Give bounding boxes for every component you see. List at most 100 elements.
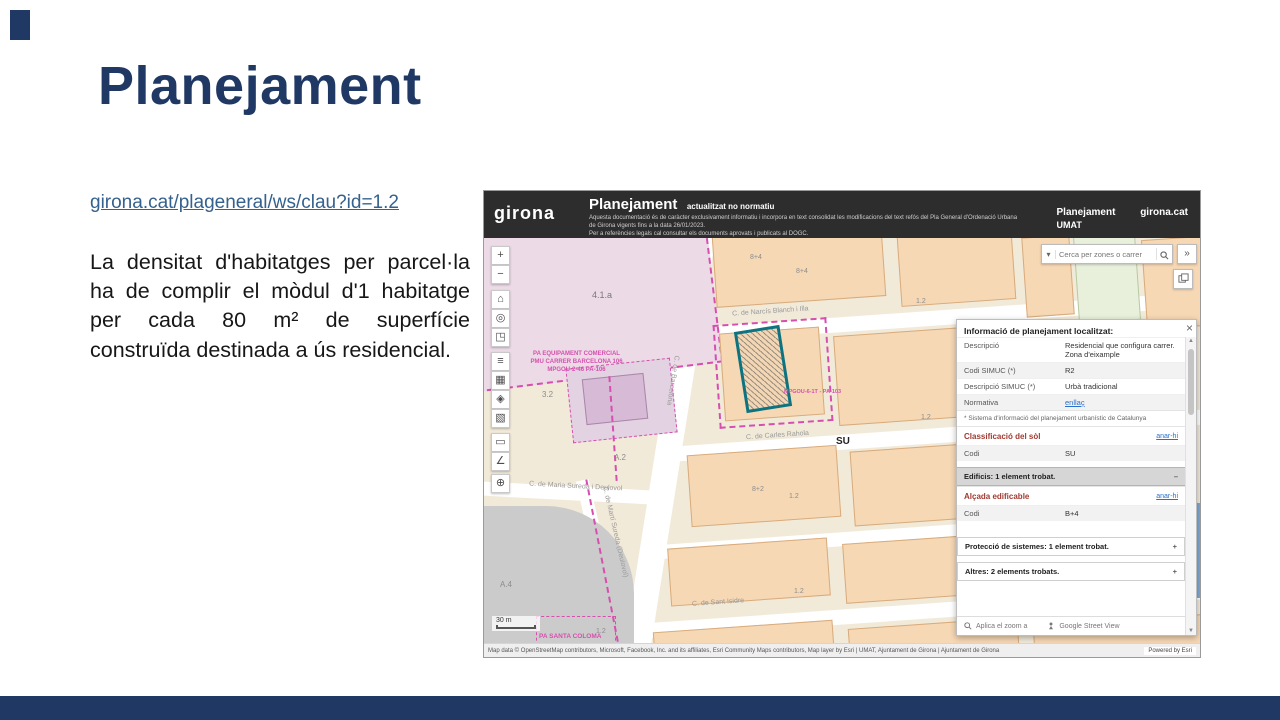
- header-disclaimer: Aquesta documentació és de caràcter excl…: [589, 214, 1019, 238]
- nav-planejament[interactable]: Planejament: [1057, 207, 1116, 218]
- measure-button[interactable]: ∠: [491, 452, 510, 471]
- row-label: Codi SIMUC (*): [957, 363, 1063, 378]
- panel-row: Descripció SIMUC (*) Urbà tradicional: [957, 378, 1185, 394]
- panel-row: Codi B+4: [957, 505, 1185, 521]
- slide-title: Planejament: [98, 55, 422, 117]
- scrollbar-thumb[interactable]: [1188, 349, 1194, 415]
- planning-label-group: PA EQUIPAMENT COMERCIAL PMU CARRER BARCE…: [499, 350, 654, 374]
- map-canvas[interactable]: 4.1.a 3.2 A.2 A.4 SU 1.2 1.2 1.2 1.2 1.2…: [484, 238, 1200, 643]
- nav-umat[interactable]: UMAT: [1057, 220, 1189, 230]
- section-classificacio: Classificació del sòl anar-hi: [957, 426, 1185, 445]
- group-altres[interactable]: Altres: 2 elements trobats. +: [957, 562, 1185, 581]
- panel-body: Descripció Residencial que configura car…: [957, 337, 1185, 635]
- swatches-button[interactable]: ▧: [491, 409, 510, 428]
- group-label: Edificis: 1 element trobat.: [964, 472, 1055, 481]
- presentation-slide: Planejament girona.cat/plageneral/ws/cla…: [0, 0, 1280, 720]
- row-value: R2: [1063, 363, 1185, 378]
- zoom-in-button[interactable]: +: [491, 246, 510, 265]
- locate-button[interactable]: ◎: [491, 309, 510, 328]
- app-screenshot: girona Planejament actualitzat no normat…: [483, 190, 1201, 658]
- row-value: SU: [1063, 446, 1185, 461]
- section-alcada: Alçada edificable anar-hi: [957, 486, 1185, 505]
- pan-button[interactable]: ⊕: [491, 474, 510, 493]
- map-attribution-bar: Map data © OpenStreetMap contributors, M…: [484, 643, 1200, 657]
- parcel-label: A.4: [500, 580, 512, 589]
- scale-line: [496, 625, 536, 629]
- row-value: B+4: [1063, 506, 1185, 521]
- parcel-label: A.2: [614, 453, 626, 462]
- nav-gironacat[interactable]: girona.cat: [1140, 207, 1188, 218]
- group-label: Protecció de sistemes: 1 element trobat.: [965, 542, 1109, 551]
- powered-by-esri: Powered by Esri: [1144, 647, 1196, 655]
- parcel-label: 1.2: [794, 588, 804, 595]
- street-view-icon: [1047, 622, 1055, 630]
- search-input[interactable]: [1056, 250, 1156, 259]
- slide-body-text: La densitat d'habitatges per parcel·la h…: [90, 248, 470, 365]
- section-heading: Classificació del sòl: [964, 432, 1040, 441]
- home-button[interactable]: ⌂: [491, 290, 510, 309]
- app-header: girona Planejament actualitzat no normat…: [484, 191, 1200, 238]
- legend-button[interactable]: ≡: [491, 352, 510, 371]
- anar-hi-link[interactable]: anar-hi: [1156, 493, 1178, 500]
- zoom-to-link[interactable]: Aplica el zoom a: [976, 623, 1027, 630]
- expand-icon[interactable]: +: [1173, 567, 1177, 576]
- girona-logo: girona: [494, 203, 555, 224]
- group-label: Altres: 2 elements trobats.: [965, 567, 1059, 576]
- expand-icon[interactable]: +: [1173, 542, 1177, 551]
- slide-hyperlink[interactable]: girona.cat/plageneral/ws/clau?id=1.2: [90, 192, 399, 214]
- layers-button[interactable]: ◈: [491, 390, 510, 409]
- map-parcel: [897, 238, 1017, 307]
- disclaimer-line-1: Aquesta documentació és de caràcter excl…: [589, 214, 1019, 230]
- map-scale-bar: 30 m: [492, 616, 540, 631]
- planning-label: PA EQUIPAMENT COMERCIAL: [499, 350, 654, 358]
- row-label: Normativa: [957, 395, 1063, 410]
- scale-label: 30 m: [496, 617, 512, 624]
- info-panel: × Informació de planejament localitzat: …: [956, 319, 1197, 636]
- parcel-label: 1.2: [921, 414, 931, 421]
- print-button[interactable]: ▭: [491, 433, 510, 452]
- overlapping-areas-icon[interactable]: [1173, 269, 1193, 289]
- row-label: Codi: [957, 506, 1063, 521]
- panel-row: Normativa enllaç: [957, 394, 1185, 410]
- close-icon[interactable]: ×: [1186, 321, 1193, 335]
- search-widget: ▾: [1041, 244, 1173, 264]
- map-parcel: [687, 445, 842, 527]
- parcel-label: 8+4: [750, 254, 762, 261]
- parcel-label: 4.1.a: [592, 290, 612, 300]
- row-label: Descripció SIMUC (*): [957, 379, 1063, 394]
- group-edificis[interactable]: Edificis: 1 element trobat. –: [957, 467, 1185, 486]
- row-label: Codi: [957, 446, 1063, 461]
- row-value: Urbà tradicional: [1063, 379, 1185, 394]
- parcel-label-su: SU: [836, 436, 850, 447]
- row-value: Residencial que configura carrer. Zona d…: [1063, 338, 1185, 362]
- zoom-to-icon: [964, 622, 972, 630]
- panel-scrollbar[interactable]: ▲ ▼: [1185, 337, 1196, 635]
- zoom-out-button[interactable]: −: [491, 265, 510, 284]
- collapse-icon[interactable]: –: [1174, 472, 1178, 481]
- parcel-label: 1.2: [916, 298, 926, 305]
- street-name: C. de Narcís Blanch i Illa: [732, 305, 809, 317]
- scroll-up-icon[interactable]: ▲: [1186, 338, 1196, 344]
- panel-row: Codi SU: [957, 445, 1185, 461]
- parcel-label: 8+2: [752, 486, 764, 493]
- anar-hi-link[interactable]: anar-hi: [1156, 433, 1178, 440]
- app-title-group: Planejament actualitzat no normatiu: [589, 196, 774, 214]
- search-icon[interactable]: [1156, 248, 1172, 260]
- planning-label: MPGOU-2-46 PA-106: [499, 366, 654, 374]
- slide-footer-bar: [0, 696, 1280, 720]
- header-nav: Planejament girona.cat UMAT: [1057, 207, 1189, 230]
- app-title: Planejament: [589, 196, 677, 213]
- parcel-label: 8+4: [796, 268, 808, 275]
- attribution-text: Map data © OpenStreetMap contributors, M…: [488, 648, 999, 654]
- section-heading: Alçada edificable: [964, 492, 1029, 501]
- scroll-down-icon[interactable]: ▼: [1186, 628, 1196, 634]
- planning-label: PA SANTA COLOMA: [539, 633, 601, 641]
- basemap-button[interactable]: ▦: [491, 371, 510, 390]
- search-scope-dropdown[interactable]: ▾: [1042, 250, 1056, 259]
- default-extent-button[interactable]: ◳: [491, 328, 510, 347]
- normativa-link[interactable]: enllaç: [1063, 395, 1185, 410]
- street-view-link[interactable]: Google Street View: [1059, 623, 1119, 630]
- group-proteccio[interactable]: Protecció de sistemes: 1 element trobat.…: [957, 537, 1185, 556]
- search-expand-button[interactable]: »: [1177, 244, 1197, 264]
- slide-corner-accent: [10, 10, 30, 40]
